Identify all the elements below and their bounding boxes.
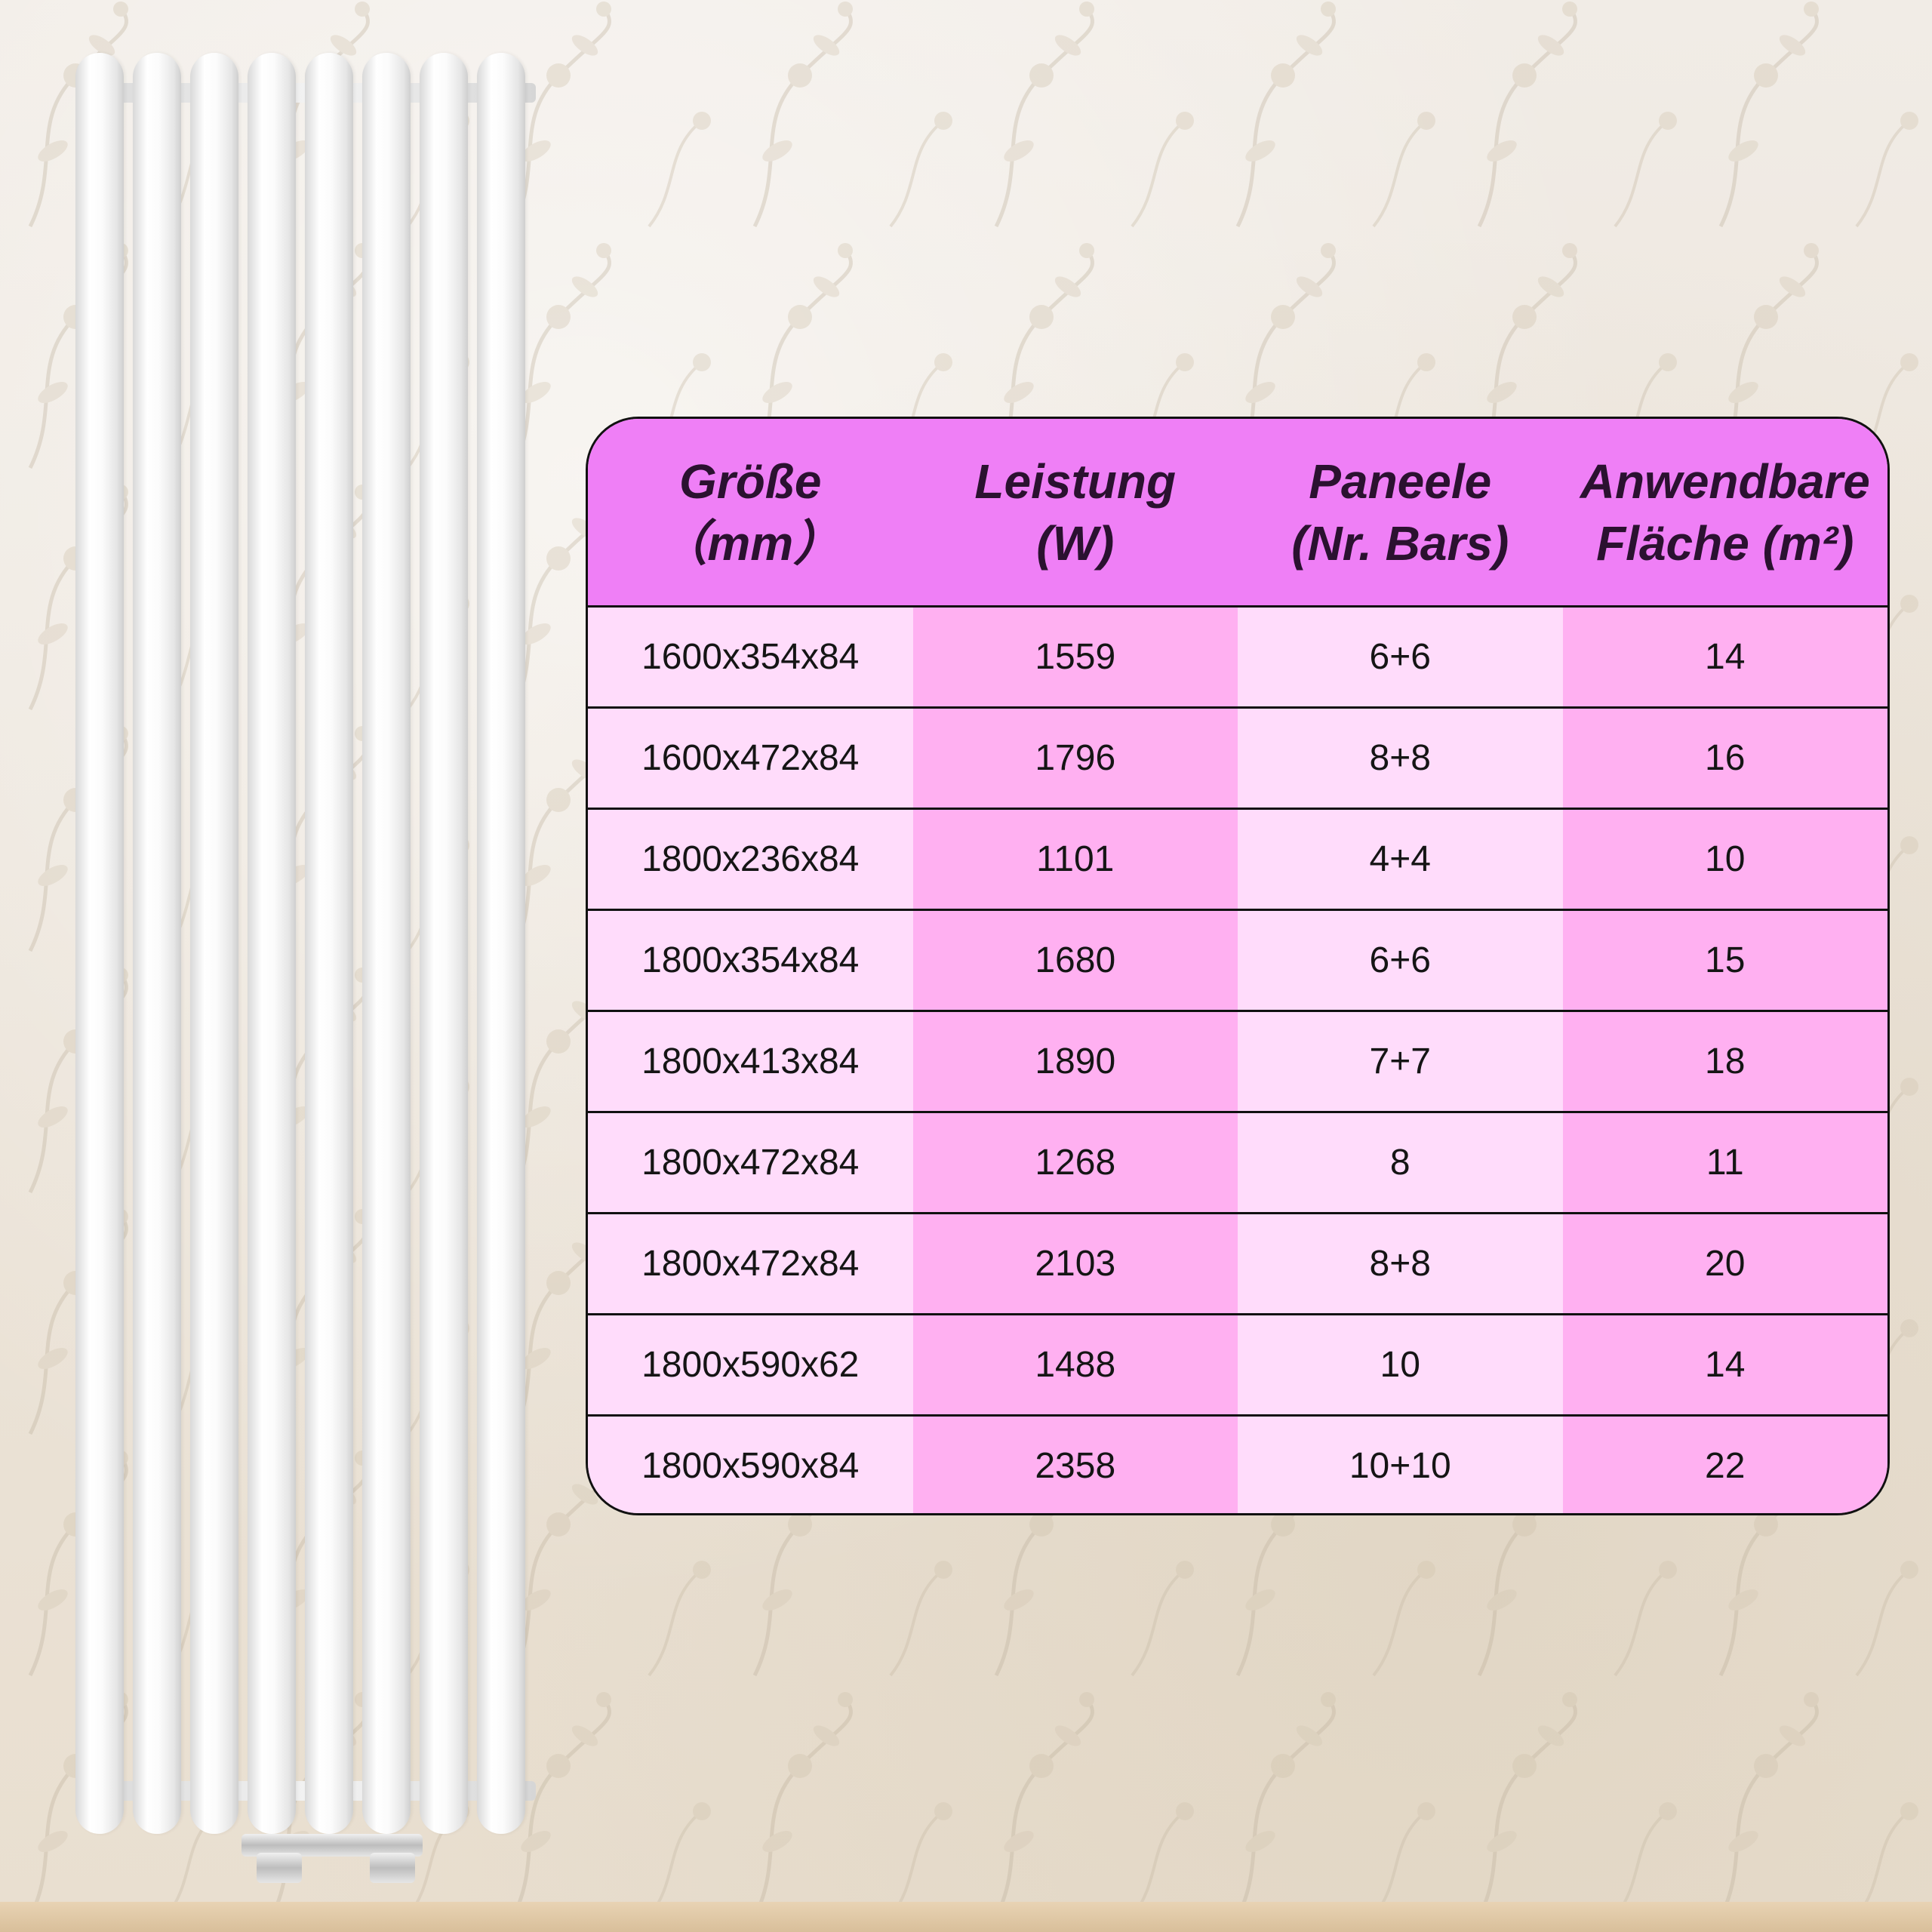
cell-panels: 6+6: [1238, 608, 1563, 706]
spec-table: Größe （mm） Leistung (W) Paneele (Nr. Bar…: [586, 417, 1890, 1515]
radiator-tube: [305, 53, 353, 1834]
table-row: 1800x236x84 1101 4+4 10: [588, 810, 1887, 911]
cell-power: 1101: [912, 810, 1238, 909]
header-line: Anwendbare: [1580, 454, 1870, 509]
cell-panels: 10+10: [1238, 1417, 1563, 1513]
header-power: Leistung (W): [913, 419, 1238, 605]
cell-area: 18: [1562, 1012, 1887, 1111]
table-row: 1800x472x84 1268 8 11: [588, 1113, 1887, 1214]
header-line: （mm）: [659, 515, 842, 571]
cell-power: 1488: [912, 1315, 1238, 1414]
radiator-tube: [190, 53, 238, 1834]
radiator-image: [68, 53, 558, 1883]
cell-panels: 10: [1238, 1315, 1563, 1414]
cell-size: 1800x354x84: [588, 911, 913, 1010]
header-size: Größe （mm）: [588, 419, 913, 605]
radiator-valve: [370, 1853, 415, 1883]
cell-panels: 8+8: [1238, 709, 1563, 808]
cell-panels: 4+4: [1238, 810, 1563, 909]
table-row: 1800x472x84 2103 8+8 20: [588, 1214, 1887, 1315]
header-line: Paneele: [1309, 454, 1492, 509]
header-line: Größe: [679, 454, 822, 509]
cell-panels: 8+8: [1238, 1214, 1563, 1313]
table-header: Größe （mm） Leistung (W) Paneele (Nr. Bar…: [588, 419, 1887, 608]
radiator-tube: [362, 53, 411, 1834]
header-line: (W): [1036, 515, 1115, 571]
cell-area: 10: [1562, 810, 1887, 909]
cell-size: 1800x413x84: [588, 1012, 913, 1111]
cell-area: 16: [1562, 709, 1887, 808]
header-panels: Paneele (Nr. Bars): [1238, 419, 1563, 605]
table-body: 1600x354x84 1559 6+6 14 1600x472x84 1796…: [588, 608, 1887, 1513]
radiator-tube: [477, 53, 525, 1834]
cell-size: 1600x354x84: [588, 608, 913, 706]
cell-power: 1796: [912, 709, 1238, 808]
cell-area: 14: [1562, 608, 1887, 706]
header-line: (Nr. Bars): [1291, 515, 1509, 571]
cell-power: 1268: [912, 1113, 1238, 1212]
cell-panels: 8: [1238, 1113, 1563, 1212]
cell-power: 1680: [912, 911, 1238, 1010]
cell-size: 1800x236x84: [588, 810, 913, 909]
table-row: 1600x472x84 1796 8+8 16: [588, 709, 1887, 810]
header-area: Anwendbare Fläche (m²): [1563, 419, 1888, 605]
cell-power: 1890: [912, 1012, 1238, 1111]
cell-area: 11: [1562, 1113, 1887, 1212]
radiator-tube: [75, 53, 124, 1834]
cell-size: 1800x590x62: [588, 1315, 913, 1414]
cell-panels: 7+7: [1238, 1012, 1563, 1111]
table-row: 1800x354x84 1680 6+6 15: [588, 911, 1887, 1012]
table-row: 1600x354x84 1559 6+6 14: [588, 608, 1887, 709]
cell-area: 15: [1562, 911, 1887, 1010]
floor-strip: [0, 1902, 1932, 1932]
radiator-tube: [248, 53, 296, 1834]
cell-size: 1800x590x84: [588, 1417, 913, 1513]
header-line: Fläche (m²): [1596, 515, 1854, 571]
cell-power: 2103: [912, 1214, 1238, 1313]
cell-size: 1600x472x84: [588, 709, 913, 808]
cell-panels: 6+6: [1238, 911, 1563, 1010]
cell-size: 1800x472x84: [588, 1113, 913, 1212]
radiator-valve: [257, 1853, 302, 1883]
cell-area: 22: [1562, 1417, 1887, 1513]
cell-size: 1800x472x84: [588, 1214, 913, 1313]
cell-power: 2358: [912, 1417, 1238, 1513]
cell-power: 1559: [912, 608, 1238, 706]
header-line: Leistung: [974, 454, 1177, 509]
table-row: 1800x590x62 1488 10 14: [588, 1315, 1887, 1417]
cell-area: 20: [1562, 1214, 1887, 1313]
radiator-tube: [133, 53, 181, 1834]
table-row: 1800x413x84 1890 7+7 18: [588, 1012, 1887, 1113]
radiator-tube: [420, 53, 468, 1834]
cell-area: 14: [1562, 1315, 1887, 1414]
table-row: 1800x590x84 2358 10+10 22: [588, 1417, 1887, 1513]
